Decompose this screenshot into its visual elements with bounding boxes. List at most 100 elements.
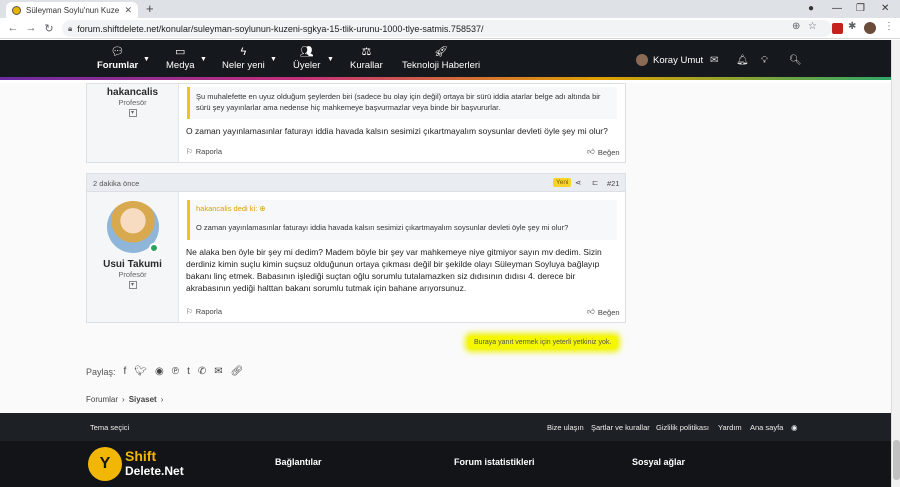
thumbs-up-icon: 👍︎ — [587, 147, 595, 156]
footer-link-terms[interactable]: Şartlar ve kurallar — [591, 423, 650, 432]
chevron-down-icon[interactable]: ▼ — [200, 56, 207, 63]
reload-icon[interactable]: ↻ — [40, 22, 58, 35]
nav-members[interactable]: 👥︎ Üyeler — [293, 46, 320, 71]
footer-heading-stats: Forum istatistikleri — [454, 457, 535, 467]
breadcrumb-separator-icon: › — [160, 395, 164, 404]
nav-whats-new[interactable]: ϟ Neler yeni — [222, 46, 265, 71]
extensions-puzzle-icon[interactable]: ✱ — [848, 21, 856, 32]
post-time[interactable]: 2 dakika önce — [93, 179, 139, 188]
site-navigation: 💬︎ Forumlar ▼ ▭ Medya ▼ ϟ Neler yeni ▼ 👥… — [0, 40, 900, 80]
bookmark-icon[interactable]: ⊏ — [592, 178, 598, 187]
logo-text-bottom: Delete.Net — [125, 464, 184, 478]
link-icon[interactable]: 🔗︎ — [231, 366, 244, 377]
post-number[interactable]: #21 — [607, 179, 620, 188]
users-icon: 👥︎ — [299, 46, 314, 58]
whatsapp-icon[interactable]: ✆ — [198, 366, 206, 377]
chevron-down-icon[interactable]: ▼ — [327, 56, 334, 63]
report-button[interactable]: ⚐ Raporla — [186, 307, 222, 316]
new-badge: Yeni — [553, 178, 572, 187]
tumblr-icon[interactable]: t — [187, 366, 190, 377]
browser-tab[interactable]: Süleyman Soylu'nun Kuzeni Sgk... ✕ — [6, 2, 138, 18]
post-message: O zaman yayınlamasınlar faturayı iddia h… — [186, 126, 608, 136]
twitter-icon[interactable]: 🐦︎ — [134, 366, 147, 377]
url-text: forum.shiftdelete.net/konular/suleyman-s… — [77, 23, 484, 34]
quote-author-label: hakancalis dedi ki: — [196, 204, 258, 213]
bell-icon[interactable]: 🔔︎ — [736, 55, 749, 66]
rss-icon[interactable]: ◉ — [791, 423, 798, 432]
footer-link-privacy[interactable]: Gizlilik politikası — [656, 423, 709, 432]
footer-heading-social: Sosyal ağlar — [632, 457, 686, 467]
page-scrollbar[interactable] — [891, 40, 900, 487]
flag-icon: ⚐ — [186, 147, 193, 156]
theme-chooser[interactable]: Tema seçici — [90, 423, 129, 432]
post-user-role: Profesör — [118, 270, 147, 279]
thread-content: hakancalis Profesör ▾ Şu muhalefette en … — [0, 83, 900, 413]
nav-rules-label: Kurallar — [350, 60, 383, 71]
chevron-down-icon[interactable]: ▼ — [143, 56, 150, 63]
menu-dots-icon[interactable]: ⋮ — [884, 21, 894, 32]
post-usui-takumi: 2 dakika önce Yeni ⋖ ⊏ #21 Usui Takumi P… — [86, 173, 626, 323]
footer-link-home[interactable]: Ana sayfa — [750, 423, 783, 432]
post-hakancalis: hakancalis Profesör ▾ Şu muhalefette en … — [86, 83, 626, 163]
restore-icon[interactable]: ❐ — [856, 3, 865, 14]
footer-link-contact[interactable]: Bize ulaşın — [547, 423, 584, 432]
footer-link-help[interactable]: Yardım — [718, 423, 742, 432]
chevron-down-icon[interactable]: ▼ — [270, 56, 277, 63]
nav-tech-news[interactable]: 🚀︎ Teknoloji Haberleri — [402, 46, 480, 71]
thumbs-up-icon: 👍︎ — [587, 307, 595, 316]
post-message: Ne alaka ben öyle bir şey mi dedim? Made… — [186, 247, 602, 293]
install-icon[interactable]: ⊕ — [792, 21, 800, 32]
site-favicon — [12, 5, 21, 15]
forward-icon[interactable]: → — [22, 22, 40, 34]
facebook-icon[interactable]: f — [124, 366, 127, 377]
chat-icon: 💬︎ — [110, 46, 125, 58]
reddit-icon[interactable]: ◉ — [155, 366, 164, 377]
profile-icon[interactable]: ● — [808, 3, 814, 14]
scrollbar-thumb[interactable] — [893, 440, 900, 480]
share-post-icon[interactable]: ⋖ — [575, 178, 581, 187]
quote-author[interactable]: hakancalis dedi ki: ⊕ — [196, 204, 611, 213]
online-indicator — [148, 243, 159, 253]
nav-rules[interactable]: ⚖︎ Kurallar — [350, 46, 383, 71]
nav-user-account[interactable]: Koray Umut — [636, 54, 703, 66]
back-icon[interactable]: ← — [4, 22, 22, 34]
logo-glyph: Y — [99, 455, 111, 472]
pinterest-icon[interactable]: ℗ — [172, 366, 179, 377]
nav-media[interactable]: ▭ Medya — [166, 46, 195, 71]
browser-tab-bar: Süleyman Soylu'nun Kuzeni Sgk... ✕ + ● —… — [0, 0, 900, 18]
nav-members-label: Üyeler — [293, 60, 321, 71]
scales-icon: ⚖︎ — [361, 46, 372, 58]
post-username[interactable]: Usui Takumi — [87, 259, 178, 270]
quote-block: hakancalis dedi ki: ⊕ O zaman yayınlamas… — [187, 200, 617, 240]
breadcrumb-politics[interactable]: Siyaset — [129, 395, 157, 404]
like-button[interactable]: 👍︎ Beğen — [587, 307, 620, 317]
close-tab-icon[interactable]: ✕ — [124, 5, 132, 16]
bookmark-star-icon[interactable]: ☆ — [808, 21, 817, 32]
nav-username: Koray Umut — [653, 54, 704, 66]
minimize-icon[interactable]: — — [832, 3, 842, 14]
new-tab-icon[interactable]: + — [146, 2, 154, 16]
share-bar: Paylaş: f 🐦︎ ◉ ℗ t ✆ ✉ 🔗︎ — [86, 366, 243, 377]
account-avatar[interactable] — [864, 22, 876, 34]
breadcrumb-forums[interactable]: Forumlar — [86, 395, 118, 404]
search-icon[interactable]: 🔍︎ — [789, 55, 802, 66]
user-avatar[interactable] — [106, 201, 159, 253]
inbox-icon[interactable]: ✉ — [710, 55, 718, 66]
post-user-column: hakancalis Profesör ▾ — [87, 84, 179, 162]
video-icon: ▭ — [175, 46, 186, 58]
url-bar[interactable]: 🔒︎ forum.shiftdelete.net/konular/suleyma… — [62, 20, 832, 37]
nav-color-stripe — [0, 77, 900, 80]
shiftdelete-logo-icon[interactable]: Y — [88, 447, 122, 481]
report-label: Raporla — [195, 307, 222, 316]
post-header: 2 dakika önce Yeni ⋖ ⊏ #21 — [87, 174, 625, 192]
like-button[interactable]: 👍︎ Beğen — [587, 147, 620, 157]
report-button[interactable]: ⚐ Raporla — [186, 147, 222, 156]
flag-icon: ⚐ — [186, 307, 193, 316]
email-icon[interactable]: ✉ — [214, 366, 222, 377]
nav-forums[interactable]: 💬︎ Forumlar — [97, 46, 138, 71]
close-window-icon[interactable]: ✕ — [881, 3, 889, 14]
logo-text-top: Shift — [125, 448, 157, 464]
bulb-icon[interactable]: 💡︎ — [761, 55, 768, 66]
extension-icon[interactable] — [832, 23, 843, 34]
post-username[interactable]: hakancalis — [87, 87, 178, 98]
